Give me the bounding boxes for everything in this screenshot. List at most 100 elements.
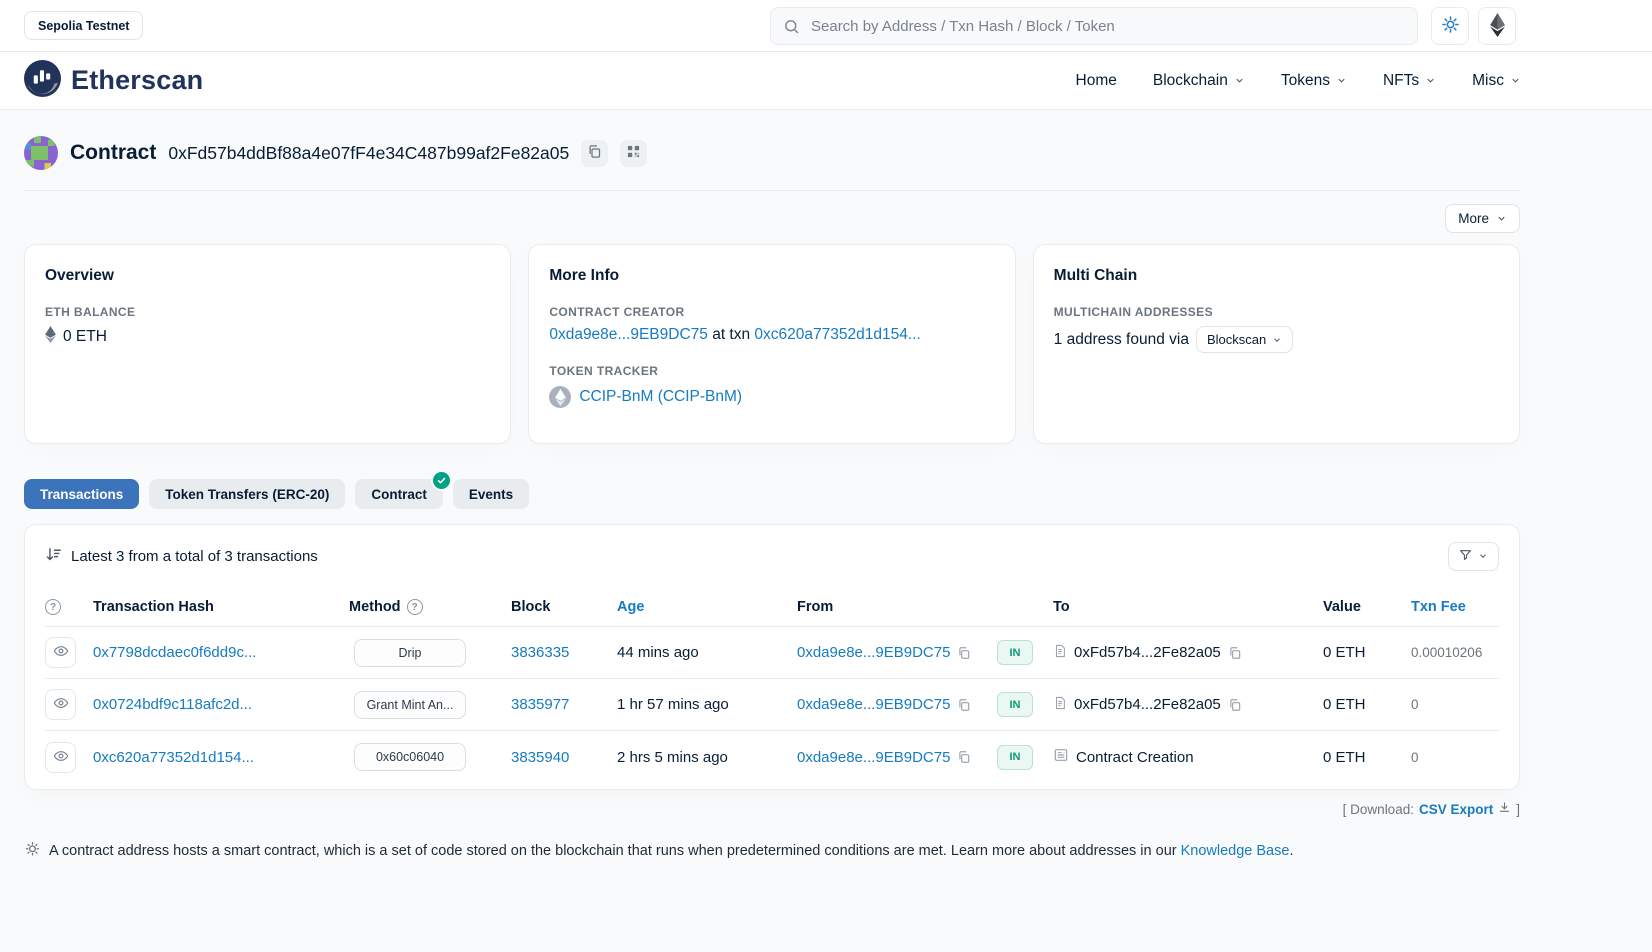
col-to: To xyxy=(1053,599,1323,615)
multichain-card: Multi Chain MULTICHAIN ADDRESSES 1 addre… xyxy=(1033,244,1520,444)
help-icon[interactable]: ? xyxy=(407,599,423,615)
nav-item-misc[interactable]: Misc xyxy=(1472,72,1521,90)
direction-badge: IN xyxy=(997,640,1033,665)
to-address: 0xFd57b4...2Fe82a05 xyxy=(1074,696,1221,713)
more-info-card: More Info CONTRACT CREATOR 0xda9e8e...9E… xyxy=(528,244,1015,444)
method-badge[interactable]: 0x60c06040 xyxy=(354,743,466,771)
block-link[interactable]: 3835940 xyxy=(511,749,617,766)
more-button-label: More xyxy=(1458,211,1489,226)
tx-fee: 0 xyxy=(1411,697,1499,712)
portfolio-source-label: Blockscan xyxy=(1207,332,1266,347)
token-logo-icon xyxy=(549,386,571,408)
block-link[interactable]: 3836335 xyxy=(511,644,617,661)
search-bar[interactable] xyxy=(770,7,1418,45)
download-suffix: ] xyxy=(1516,802,1520,817)
csv-export-link[interactable]: CSV Export xyxy=(1419,802,1493,817)
copy-address-button[interactable] xyxy=(581,140,608,167)
portfolio-source-select[interactable]: Blockscan xyxy=(1196,326,1293,353)
table-header-row: ? Transaction Hash Method? Block Age Fro… xyxy=(45,587,1499,627)
note-text: A contract address hosts a smart contrac… xyxy=(49,843,1181,859)
tab-contract[interactable]: Contract xyxy=(355,479,443,509)
copy-icon[interactable] xyxy=(957,646,971,660)
primary-nav: Home Blockchain Tokens NFTs Misc xyxy=(1076,72,1521,90)
network-badge-button[interactable]: Sepolia Testnet xyxy=(24,11,143,40)
nav-item-home[interactable]: Home xyxy=(1076,72,1117,90)
etherscan-logo-icon xyxy=(24,60,61,102)
eye-icon xyxy=(53,643,69,662)
network-menu-button[interactable] xyxy=(1478,7,1516,45)
tx-preview-button[interactable] xyxy=(45,742,76,773)
direction-badge: IN xyxy=(997,745,1033,770)
copy-icon[interactable] xyxy=(1228,698,1242,712)
token-tracker-link[interactable]: CCIP-BnM (CCIP-BnM) xyxy=(579,388,742,406)
eye-icon xyxy=(53,695,69,714)
method-badge[interactable]: Drip xyxy=(354,639,466,667)
transactions-summary: Latest 3 from a total of 3 transactions xyxy=(71,548,318,565)
tab-bar: Transactions Token Transfers (ERC-20) Co… xyxy=(24,479,1520,509)
chevron-down-icon xyxy=(1234,75,1245,86)
search-input[interactable] xyxy=(809,17,1405,36)
creator-address-link[interactable]: 0xda9e8e...9EB9DC75 xyxy=(549,326,708,343)
to-contract-creation: Contract Creation xyxy=(1076,749,1194,766)
creation-txn-link[interactable]: 0xc620a77352d1d154... xyxy=(754,326,920,343)
more-button[interactable]: More xyxy=(1445,204,1520,233)
nav-label: Misc xyxy=(1472,72,1504,90)
contract-address: 0xFd57b4ddBf88a4e07fF4e34C487b99af2Fe82a… xyxy=(168,143,569,164)
knowledge-base-link[interactable]: Knowledge Base xyxy=(1181,843,1290,859)
copy-icon[interactable] xyxy=(957,750,971,764)
help-icon[interactable]: ? xyxy=(45,599,61,615)
to-address: 0xFd57b4...2Fe82a05 xyxy=(1074,644,1221,661)
address-identicon xyxy=(24,136,58,170)
chevron-down-icon xyxy=(1336,75,1347,86)
tx-value: 0 ETH xyxy=(1323,644,1411,661)
brand-name: Etherscan xyxy=(71,65,203,96)
col-age-sort[interactable]: Age xyxy=(617,599,797,615)
tx-hash-link[interactable]: 0x0724bdf9c118afc2d... xyxy=(93,696,323,713)
tx-hash-link[interactable]: 0xc620a77352d1d154... xyxy=(93,749,323,766)
contract-creation-icon xyxy=(1053,747,1069,767)
etherscan-logo[interactable]: Etherscan xyxy=(24,60,203,102)
filter-button[interactable] xyxy=(1448,542,1499,571)
overview-card-title: Overview xyxy=(45,267,490,285)
col-from: From xyxy=(797,599,997,615)
tx-value: 0 ETH xyxy=(1323,749,1411,766)
tab-token-transfers[interactable]: Token Transfers (ERC-20) xyxy=(149,479,345,509)
col-method: Method xyxy=(349,599,401,615)
tab-transactions[interactable]: Transactions xyxy=(24,479,139,509)
nav-label: NFTs xyxy=(1383,72,1419,90)
from-address-link[interactable]: 0xda9e8e...9EB9DC75 xyxy=(797,749,950,766)
from-address-link[interactable]: 0xda9e8e...9EB9DC75 xyxy=(797,644,950,661)
tx-preview-button[interactable] xyxy=(45,637,76,668)
direction-badge: IN xyxy=(997,692,1033,717)
contract-creator-label: CONTRACT CREATOR xyxy=(549,305,994,319)
transactions-panel: Latest 3 from a total of 3 transactions … xyxy=(24,524,1520,790)
nav-item-nfts[interactable]: NFTs xyxy=(1383,72,1436,90)
contract-info-note: A contract address hosts a smart contrac… xyxy=(24,841,1520,864)
top-bar: Sepolia Testnet xyxy=(0,0,1652,52)
from-address-link[interactable]: 0xda9e8e...9EB9DC75 xyxy=(797,696,950,713)
main-navbar: Etherscan Home Blockchain Tokens NFTs Mi… xyxy=(0,52,1652,110)
download-icon xyxy=(1498,801,1511,817)
multichain-addresses-label: MULTICHAIN ADDRESSES xyxy=(1054,305,1499,319)
nav-item-blockchain[interactable]: Blockchain xyxy=(1153,72,1245,90)
col-txn-fee-sort[interactable]: Txn Fee xyxy=(1411,599,1499,615)
section-divider xyxy=(24,190,1520,191)
method-badge[interactable]: Grant Mint An... xyxy=(354,691,466,719)
copy-icon[interactable] xyxy=(1228,646,1242,660)
tab-contract-label: Contract xyxy=(371,487,427,502)
chevron-down-icon xyxy=(1425,75,1436,86)
qr-code-icon xyxy=(626,144,641,162)
tx-preview-button[interactable] xyxy=(45,689,76,720)
tip-icon xyxy=(24,841,41,864)
eth-diamond-icon xyxy=(45,326,56,348)
tab-events[interactable]: Events xyxy=(453,479,529,509)
tx-hash-link[interactable]: 0x7798dcdaec0f6dd9c... xyxy=(93,644,323,661)
qr-code-button[interactable] xyxy=(620,140,647,167)
sort-icon xyxy=(45,546,62,567)
copy-icon[interactable] xyxy=(957,698,971,712)
nav-item-tokens[interactable]: Tokens xyxy=(1281,72,1347,90)
block-link[interactable]: 3835977 xyxy=(511,696,617,713)
chevron-down-icon xyxy=(1496,213,1507,224)
tx-fee: 0 xyxy=(1411,750,1499,765)
theme-toggle-button[interactable] xyxy=(1431,7,1469,45)
